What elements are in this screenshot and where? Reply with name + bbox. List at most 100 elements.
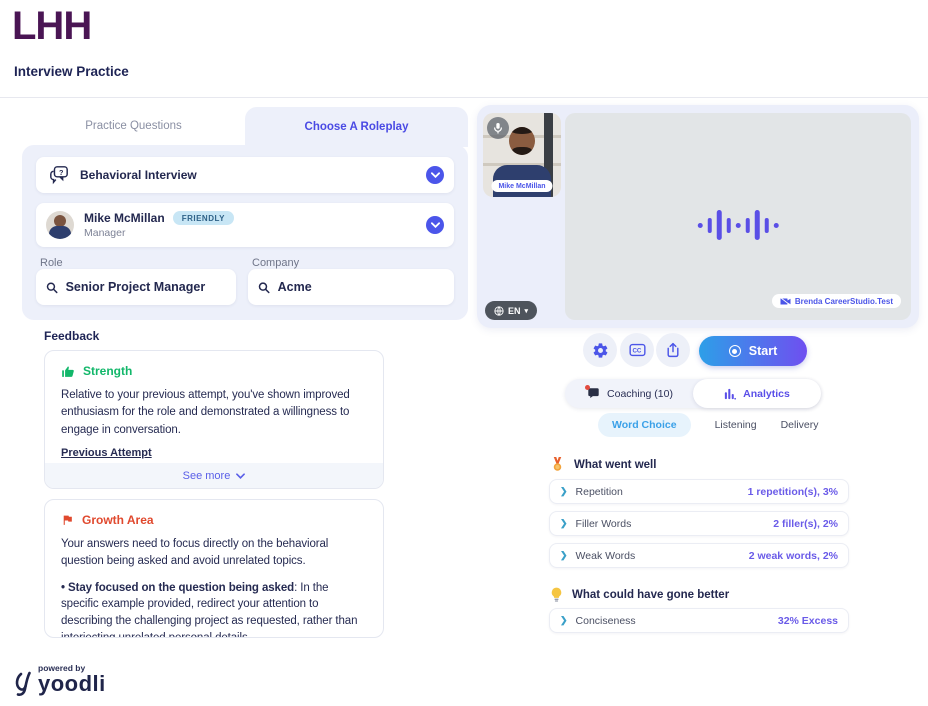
metric-value: 1 repetition(s), 3% <box>748 486 838 498</box>
persona-badge: FRIENDLY <box>173 211 234 225</box>
tab-analytics[interactable]: Analytics <box>693 379 821 408</box>
strength-title: Strength <box>83 364 132 378</box>
see-more-button[interactable]: See more <box>45 463 383 488</box>
metric-label: Weak Words <box>576 550 636 562</box>
company-field-label: Company <box>252 257 299 269</box>
growth-body: Your answers need to focus directly on t… <box>61 536 367 571</box>
analytics-subtabs: Word Choice Listening Delivery <box>598 413 819 437</box>
chevron-down-icon: ▾ <box>525 307 529 315</box>
chevron-right-icon: ❯ <box>560 615 568 626</box>
metric-label: Filler Words <box>576 518 632 530</box>
medal-icon <box>551 457 564 472</box>
tab-coaching[interactable]: Coaching (10) <box>565 379 695 408</box>
captions-button[interactable]: CC <box>620 333 654 367</box>
video-stage-panel: Mike McMillan Brenda CareerStudio.Test E… <box>477 105 919 328</box>
metric-value: 2 filler(s), 2% <box>773 518 838 530</box>
gone-better-label: What could have gone better <box>572 589 729 601</box>
globe-icon <box>494 306 504 316</box>
chevron-right-icon: ❯ <box>560 518 568 529</box>
strength-body: Relative to your previous attempt, you'v… <box>61 387 367 439</box>
subtab-listening[interactable]: Listening <box>715 419 757 431</box>
svg-text:?: ? <box>59 168 64 177</box>
subtab-word-choice[interactable]: Word Choice <box>598 413 691 437</box>
chevron-down-icon <box>431 222 440 228</box>
lhh-logo: LHH <box>12 4 91 49</box>
search-icon <box>258 281 270 294</box>
feedback-heading: Feedback <box>44 329 99 343</box>
microphone-icon <box>493 122 503 134</box>
scenario-label: Behavioral Interview <box>80 168 197 182</box>
coaching-analytics-tabbar: Coaching (10) Analytics <box>565 379 821 408</box>
chevron-right-icon: ❯ <box>560 550 568 561</box>
persona-expand-button[interactable] <box>426 216 444 234</box>
watermark-pill: Brenda CareerStudio.Test <box>772 294 901 308</box>
tab-coaching-label: Coaching (10) <box>607 388 673 400</box>
closed-captions-icon: CC <box>629 343 646 357</box>
metric-label: Repetition <box>576 486 623 498</box>
audio-waveform <box>698 210 779 240</box>
start-button[interactable]: Start <box>699 336 807 366</box>
metric-value: 2 weak words, 2% <box>749 550 838 562</box>
growth-title: Growth Area <box>82 513 154 527</box>
webcam-thumbnail: Mike McMillan <box>483 113 561 197</box>
watermark-label: Brenda CareerStudio.Test <box>795 297 893 306</box>
company-search-input[interactable] <box>278 280 444 294</box>
scenario-expand-button[interactable] <box>426 166 444 184</box>
settings-button[interactable] <box>583 333 617 367</box>
role-field-label: Role <box>40 257 63 269</box>
header-divider <box>0 97 928 98</box>
see-more-label: See more <box>183 470 231 482</box>
persona-avatar <box>46 211 74 239</box>
bar-chart-icon <box>724 388 736 400</box>
previous-attempt-link[interactable]: Previous Attempt <box>61 447 152 459</box>
chevron-down-icon <box>236 473 245 479</box>
mic-button[interactable] <box>487 117 509 139</box>
tab-practice-questions[interactable]: Practice Questions <box>22 107 245 145</box>
tab-choose-a-roleplay[interactable]: Choose A Roleplay <box>245 107 468 147</box>
metric-value: 32% Excess <box>778 615 838 627</box>
lightbulb-icon <box>551 587 562 602</box>
scenario-selector[interactable]: ? Behavioral Interview <box>36 157 454 193</box>
chat-bubble-icon <box>587 387 600 400</box>
share-button[interactable] <box>656 333 690 367</box>
interview-practice-app: LHH Interview Practice Choose A Roleplay… <box>0 0 928 706</box>
persona-selector[interactable]: Mike McMillan FRIENDLY Manager <box>36 203 454 247</box>
went-well-heading: What went well <box>551 457 656 472</box>
chevron-right-icon: ❯ <box>560 486 568 497</box>
strength-card: Strength Relative to your previous attem… <box>44 350 384 489</box>
went-well-label: What went well <box>574 459 656 471</box>
share-upload-icon <box>665 342 681 358</box>
subtab-delivery[interactable]: Delivery <box>781 419 819 431</box>
video-area: Brenda CareerStudio.Test <box>565 113 911 320</box>
participant-name-pill: Mike McMillan <box>491 180 552 192</box>
language-selector[interactable]: EN ▾ <box>485 301 537 320</box>
record-icon <box>729 345 741 357</box>
metric-row-repetition[interactable]: ❯ Repetition 1 repetition(s), 3% <box>549 479 849 504</box>
chevron-down-icon <box>431 172 440 178</box>
page-title: Interview Practice <box>14 64 129 79</box>
gear-icon <box>592 342 609 359</box>
went-well-rows: ❯ Repetition 1 repetition(s), 3% ❯ Fille… <box>549 479 849 568</box>
thumbs-up-icon <box>61 364 75 378</box>
camera-off-icon <box>780 297 791 306</box>
metric-row-weak-words[interactable]: ❯ Weak Words 2 weak words, 2% <box>549 543 849 568</box>
notification-dot <box>585 385 590 390</box>
yoodli-brand: yoodli <box>38 671 106 697</box>
company-search-field[interactable] <box>248 269 454 305</box>
tab-analytics-label: Analytics <box>743 388 790 400</box>
gone-better-heading: What could have gone better <box>551 587 729 602</box>
gone-better-rows: ❯ Conciseness 32% Excess <box>549 608 849 633</box>
roleplay-setup-panel: Choose A Roleplay Practice Questions ? B… <box>22 107 468 320</box>
growth-bullet-bold: • Stay focused on the question being ask… <box>61 582 294 594</box>
question-bubbles-icon: ? <box>48 165 70 185</box>
search-icon <box>46 281 58 294</box>
role-search-field[interactable] <box>36 269 236 305</box>
persona-meta: Mike McMillan FRIENDLY Manager <box>84 211 234 239</box>
role-search-input[interactable] <box>66 280 226 294</box>
metric-label: Conciseness <box>576 615 636 627</box>
language-label: EN <box>508 306 521 316</box>
persona-role: Manager <box>84 227 234 239</box>
metric-row-conciseness[interactable]: ❯ Conciseness 32% Excess <box>549 608 849 633</box>
flag-icon <box>61 513 74 527</box>
metric-row-filler-words[interactable]: ❯ Filler Words 2 filler(s), 2% <box>549 511 849 536</box>
